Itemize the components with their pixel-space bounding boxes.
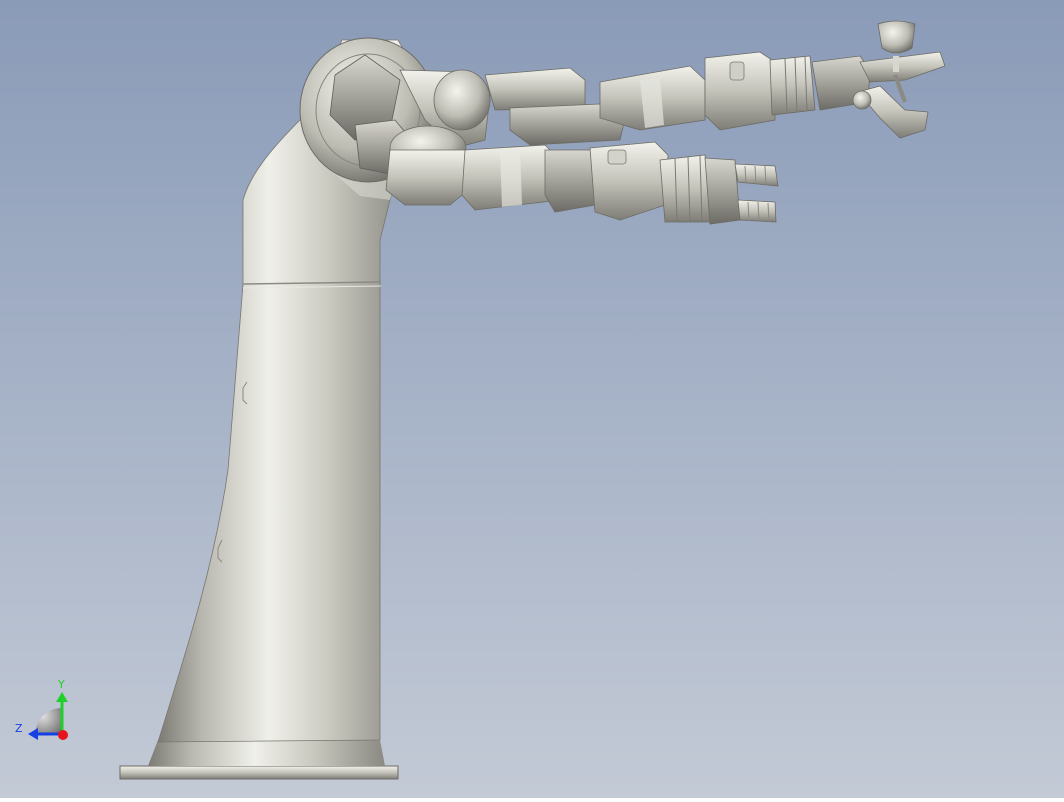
3d-model-viewport[interactable]: Y Z xyxy=(0,0,1064,798)
robot-model-render[interactable] xyxy=(0,0,1064,798)
x-axis-origin xyxy=(58,730,68,740)
z-axis-label: Z xyxy=(15,722,23,735)
y-axis-label: Y xyxy=(58,678,65,691)
